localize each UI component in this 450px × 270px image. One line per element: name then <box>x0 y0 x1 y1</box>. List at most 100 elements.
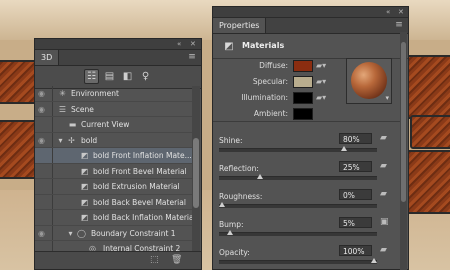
tree-row-label: Boundary Constraint 1 <box>91 228 176 238</box>
bump-slider-track[interactable] <box>219 232 377 236</box>
tree-row-environment[interactable]: ◉ ✳ Environment <box>35 86 193 102</box>
tree-row-label: Current View <box>81 120 130 129</box>
tree-row-label: Environment <box>71 89 119 98</box>
reflection-input[interactable]: 25% <box>339 161 372 172</box>
texture-folder-icon[interactable]: ▰ <box>380 133 387 143</box>
opacity-input[interactable]: 100% <box>339 245 372 256</box>
shine-input[interactable]: 80% <box>339 133 372 144</box>
tree-row-label: bold Extrusion Material <box>93 182 180 191</box>
tree-row-bold[interactable]: ◉ ▾ ✢ bold <box>35 132 193 148</box>
roughness-slider-track[interactable] <box>219 204 377 208</box>
properties-panel: « ✕ Properties ≡ ◩ Materials Diffuse: ▰▾… <box>212 6 409 270</box>
texture-folder-icon[interactable]: ▰ <box>380 245 387 255</box>
tree-row-front-inflation-material[interactable]: ◩ bold Front Inflation Mate... <box>35 148 193 164</box>
tree-row-back-bevel-material[interactable]: ◩ bold Back Bevel Material <box>35 194 193 210</box>
tree-row-label: bold Back Inflation Material <box>93 213 196 222</box>
tab-bar: 3D ≡ <box>35 50 201 66</box>
scrollbar-thumb[interactable] <box>401 42 406 202</box>
ambient-label: Ambient: <box>253 109 288 118</box>
roughness-slider-thumb[interactable] <box>219 202 225 207</box>
tree-row-label: bold Back Bevel Material <box>93 197 186 207</box>
opacity-slider-track[interactable] <box>219 260 377 264</box>
roughness-input[interactable]: 0% <box>339 189 372 200</box>
texture-folder-icon[interactable]: ▰▾ <box>316 61 326 70</box>
tree-row-label: bold <box>81 135 98 145</box>
close-icon[interactable]: ✕ <box>190 39 196 49</box>
panel-title-bar[interactable]: « ✕ <box>35 39 201 50</box>
scrollbar-thumb[interactable] <box>193 138 199 208</box>
illumination-label: Illumination: <box>241 93 288 102</box>
tree-row-front-bevel-material[interactable]: ◩ bold Front Bevel Material <box>35 163 193 179</box>
tree-row-label: bold Front Bevel Material <box>93 166 187 176</box>
tab-properties[interactable]: Properties <box>213 18 267 33</box>
tab-3d[interactable]: 3D <box>35 50 60 65</box>
material-icon: ◩ <box>80 151 89 160</box>
reflection-control: Reflection: 25% ▰ <box>213 159 399 186</box>
chevron-down-icon[interactable]: ▾ <box>55 136 66 145</box>
edit-texture-icon[interactable]: ▣ <box>380 217 389 227</box>
diffuse-color-swatch[interactable] <box>293 60 313 72</box>
tree-row-back-inflation-material[interactable]: ◩ bold Back Inflation Material <box>35 210 196 226</box>
tree-row-scene[interactable]: ◉ ☰ Scene <box>35 101 193 117</box>
material-preview-sphere <box>351 62 387 99</box>
materials-title: Materials <box>242 41 285 50</box>
material-icon: ◩ <box>80 213 89 222</box>
specular-label: Specular: <box>252 77 288 86</box>
environment-icon: ✳ <box>59 89 66 98</box>
ambient-color-swatch[interactable] <box>293 108 313 120</box>
visibility-eye-icon[interactable]: ◉ <box>38 229 50 238</box>
specular-color-swatch[interactable] <box>293 76 313 88</box>
shine-slider-track[interactable] <box>219 148 377 152</box>
reflection-slider-thumb[interactable] <box>257 174 263 179</box>
chevron-down-icon[interactable]: ▾ <box>385 94 389 102</box>
panel-menu-icon[interactable]: ≡ <box>394 20 404 30</box>
chevron-down-icon[interactable]: ▾ <box>65 229 76 238</box>
panel-title-bar[interactable]: « ✕ <box>213 7 408 18</box>
diffuse-label: Diffuse: <box>259 61 288 70</box>
visibility-eye-icon[interactable]: ◉ <box>38 89 50 98</box>
panel-menu-icon[interactable]: ≡ <box>187 52 197 62</box>
texture-folder-icon[interactable]: ▰ <box>380 189 387 199</box>
reflection-label: Reflection: <box>219 164 259 173</box>
collapse-icon[interactable]: « <box>177 39 181 49</box>
texture-folder-icon[interactable]: ▰▾ <box>316 77 326 86</box>
bump-label: Bump: <box>219 220 244 229</box>
shine-slider-thumb[interactable] <box>340 146 347 151</box>
reflection-slider-track[interactable] <box>219 176 377 180</box>
divider <box>213 121 401 122</box>
tree-row-label: Scene <box>71 104 94 114</box>
visibility-eye-icon[interactable]: ◉ <box>38 136 50 145</box>
filter-whole-scene-icon[interactable]: ☷ <box>84 69 99 84</box>
tree-scrollbar[interactable] <box>192 86 200 254</box>
add-object-icon[interactable]: ⬚ <box>150 255 159 265</box>
delete-icon[interactable]: 🗑 <box>171 255 182 265</box>
material-preview[interactable]: ▾ <box>346 58 392 104</box>
collapse-icon[interactable]: « <box>386 7 390 17</box>
scene-icon: ☰ <box>58 104 67 114</box>
filter-materials-icon[interactable]: ◧ <box>121 70 134 83</box>
bump-input[interactable]: 5% <box>339 217 372 228</box>
tree-row-boundary-constraint[interactable]: ◉ ▾ ◯ Boundary Constraint 1 <box>35 225 193 241</box>
filter-lights-icon[interactable]: ♀ <box>139 70 152 83</box>
constraint-icon: ◯ <box>77 228 86 238</box>
tree-row-extrusion-material[interactable]: ◩ bold Extrusion Material <box>35 179 193 195</box>
texture-folder-icon[interactable]: ▰▾ <box>316 93 326 102</box>
properties-scrollbar[interactable] <box>400 32 407 270</box>
3d-panel: « ✕ 3D ≡ ☷ ▤ ◧ ♀ ◉ ✳ Environment ◉ ☰ Sce… <box>34 38 202 270</box>
3d-panel-footer: ⬚ 🗑 <box>35 251 201 269</box>
material-icon: ◩ <box>80 197 89 207</box>
bump-slider-thumb[interactable] <box>226 230 233 235</box>
opacity-label: Opacity: <box>219 248 250 257</box>
properties-header: ◩ Materials <box>213 34 408 59</box>
illumination-color-swatch[interactable] <box>293 92 313 104</box>
close-icon[interactable]: ✕ <box>398 7 404 17</box>
opacity-slider-thumb[interactable] <box>371 258 377 263</box>
rust-text-fragment <box>410 115 450 149</box>
tree-row-current-view[interactable]: ▬ Current View <box>35 117 193 133</box>
shine-control: Shine: 80% ▰ <box>213 131 399 158</box>
tree-row-label: bold Front Inflation Mate... <box>93 151 192 160</box>
filter-meshes-icon[interactable]: ▤ <box>103 70 116 83</box>
visibility-eye-icon[interactable]: ◉ <box>38 105 50 114</box>
roughness-label: Roughness: <box>219 192 263 201</box>
texture-folder-icon[interactable]: ▰ <box>380 161 387 171</box>
